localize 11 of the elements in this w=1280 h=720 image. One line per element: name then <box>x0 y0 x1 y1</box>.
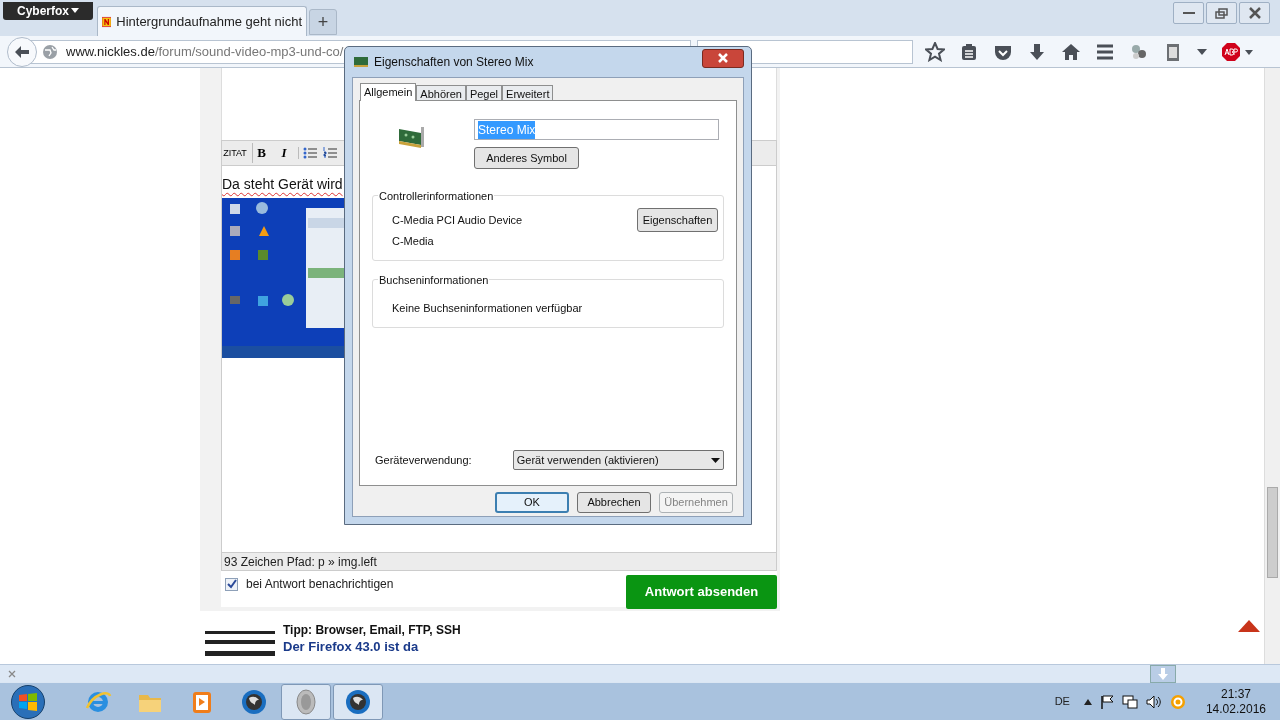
url-text: www.nickles.de/forum/sound-video-mp3-und-co/ <box>66 42 344 61</box>
device-name: C-Media PCI Audio Device <box>392 212 523 228</box>
jack-info-text: Keine Buchseninformationen verfügbar <box>391 301 584 316</box>
tab-title: Hintergrundaufnahme geht nicht <box>116 12 302 31</box>
usage-label: Geräteverwendung: <box>375 452 473 468</box>
status-path-text: 93 Zeichen Pfad: p » img.left <box>224 553 377 571</box>
notify-label: bei Antwort benachrichtigen <box>246 576 394 593</box>
tip-heading: Tipp: Browser, Email, FTP, SSH <box>283 623 461 637</box>
vendor-name: C-Media <box>391 234 435 249</box>
dialog-title: Eigenschaften von Stereo Mix <box>374 54 535 71</box>
editor-text: Da steht Gerät wird <box>222 175 344 194</box>
